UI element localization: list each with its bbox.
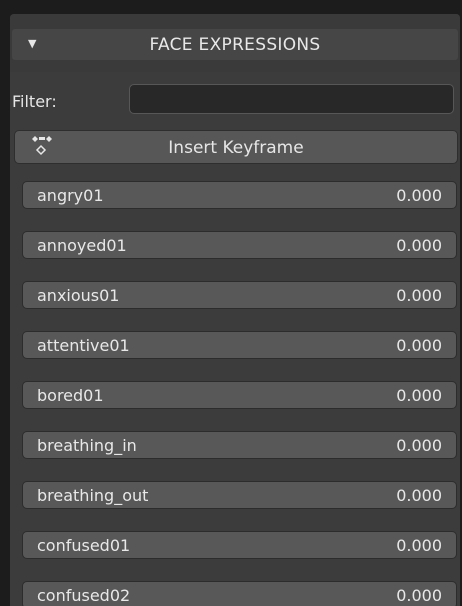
filter-row: Filter:	[10, 84, 460, 118]
expression-slider-confused02[interactable]: confused02 0.000	[22, 581, 457, 606]
expression-slider-breathing-out[interactable]: breathing_out 0.000	[22, 481, 457, 509]
expression-name: attentive01	[37, 336, 130, 355]
expression-slider-angry01[interactable]: angry01 0.000	[22, 181, 457, 209]
expression-value: 0.000	[396, 536, 442, 555]
insert-keyframe-label: Insert Keyframe	[168, 138, 304, 158]
expression-slider-attentive01[interactable]: attentive01 0.000	[22, 331, 457, 359]
expression-value: 0.000	[396, 386, 442, 405]
expression-value: 0.000	[396, 236, 442, 255]
expression-slider-breathing-in[interactable]: breathing_in 0.000	[22, 431, 457, 459]
expression-slider-confused01[interactable]: confused01 0.000	[22, 531, 457, 559]
insert-keyframe-button[interactable]: Insert Keyframe	[14, 130, 458, 164]
expression-name: confused01	[37, 536, 131, 555]
expression-name: breathing_in	[37, 436, 137, 455]
expression-name: confused02	[37, 586, 131, 605]
filter-input[interactable]	[129, 84, 454, 114]
panel-title: FACE EXPRESSIONS	[149, 34, 321, 55]
panel-header: ▼ FACE EXPRESSIONS	[10, 14, 460, 73]
panel-container: ▼ FACE EXPRESSIONS Filter: Insert Keyfra…	[10, 14, 460, 606]
expression-value: 0.000	[396, 586, 442, 605]
panel-body: Filter: Insert Keyframe angry01 0.000 an…	[10, 72, 460, 606]
expression-value: 0.000	[396, 436, 442, 455]
expression-name: bored01	[37, 386, 104, 405]
expression-name: angry01	[37, 186, 104, 205]
expression-value: 0.000	[396, 336, 442, 355]
expression-value: 0.000	[396, 486, 442, 505]
expression-slider-bored01[interactable]: bored01 0.000	[22, 381, 457, 409]
expression-name: annoyed01	[37, 236, 127, 255]
expression-name: anxious01	[37, 286, 120, 305]
expression-name: breathing_out	[37, 486, 149, 505]
expression-value: 0.000	[396, 186, 442, 205]
expression-value: 0.000	[396, 286, 442, 305]
filter-label: Filter:	[12, 92, 57, 111]
panel-header-bar[interactable]: ▼ FACE EXPRESSIONS	[12, 29, 458, 60]
expression-slider-anxious01[interactable]: anxious01 0.000	[22, 281, 457, 309]
expression-slider-annoyed01[interactable]: annoyed01 0.000	[22, 231, 457, 259]
face-expressions-panel: ▼ FACE EXPRESSIONS Filter: Insert Keyfra…	[0, 0, 462, 606]
